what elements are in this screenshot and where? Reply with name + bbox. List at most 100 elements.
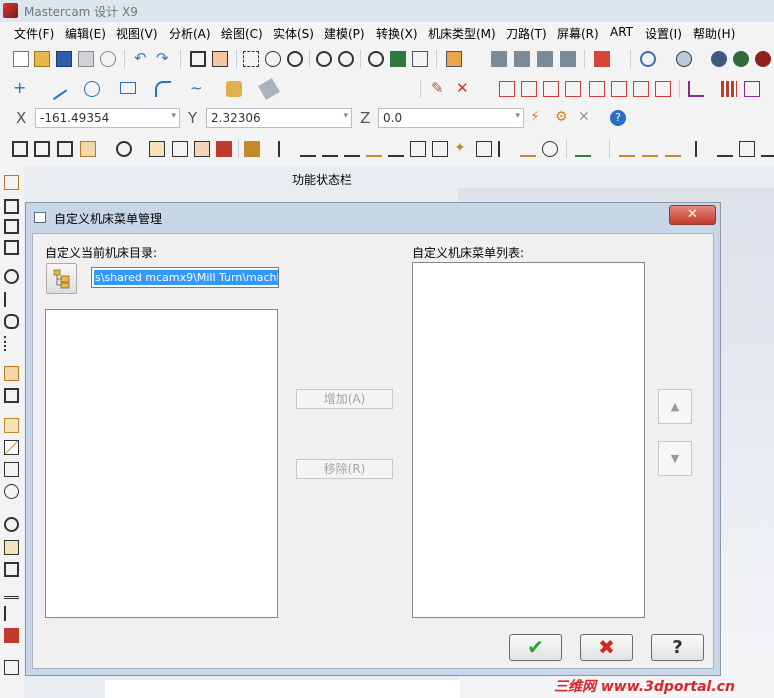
pan-icon[interactable] [412, 51, 428, 67]
left-ribbon-icon[interactable] [4, 584, 19, 599]
close-arc-icon[interactable] [589, 81, 605, 97]
y-coord-dropdown-icon[interactable]: ▾ [343, 111, 348, 121]
menu-transform[interactable]: 转换(X) [376, 25, 418, 42]
modify-length-icon[interactable] [543, 81, 559, 97]
cplane-icon[interactable] [594, 51, 610, 67]
undo-icon[interactable]: ↶ [134, 51, 150, 67]
move-up-button[interactable]: ▲ [658, 389, 692, 424]
waterline-icon[interactable] [520, 141, 536, 157]
top-view-icon[interactable] [491, 51, 507, 67]
rectangle-icon[interactable] [120, 82, 136, 94]
drill-toolpath-icon[interactable] [80, 141, 96, 157]
fast-point-icon[interactable]: ⚡ [530, 110, 546, 126]
left-spiral-icon[interactable] [4, 517, 19, 532]
morph-icon[interactable] [695, 141, 711, 157]
menu-art[interactable]: ART [610, 25, 633, 39]
unzoom-icon[interactable] [338, 51, 354, 67]
area-mill-icon[interactable] [300, 141, 316, 157]
spiral-icon[interactable] [542, 141, 558, 157]
primitive-cylinder-icon[interactable] [226, 81, 242, 97]
radial-icon[interactable] [665, 141, 681, 157]
join-icon[interactable] [521, 81, 537, 97]
x-coord-field[interactable]: -161.49354 ▾ [35, 108, 180, 128]
fit-screen-icon[interactable] [190, 51, 206, 67]
engrave-icon[interactable] [172, 141, 188, 157]
facing-toolpath-icon[interactable] [57, 141, 73, 157]
iso-view-icon[interactable] [560, 51, 576, 67]
parallel-icon[interactable] [642, 141, 658, 157]
open-folder-icon[interactable] [34, 51, 50, 67]
left-wall-icon[interactable] [4, 606, 19, 621]
help-button[interactable]: ? [651, 634, 704, 661]
menu-view[interactable]: 视图(V) [116, 25, 158, 42]
left-square-icon[interactable] [4, 562, 19, 577]
extend-icon[interactable] [611, 81, 627, 97]
break-icon[interactable] [499, 81, 515, 97]
scallop-icon[interactable] [498, 141, 514, 157]
menu-toolpaths[interactable]: 刀路(T) [506, 25, 547, 42]
front-view-icon[interactable] [514, 51, 530, 67]
menu-screen[interactable]: 屏幕(R) [557, 25, 599, 42]
menu-settings[interactable]: 设置(I) [645, 25, 682, 42]
left-add-point-icon[interactable] [4, 418, 19, 433]
new-file-icon[interactable] [13, 51, 29, 67]
save-icon[interactable] [56, 51, 72, 67]
left-facing-icon[interactable] [4, 240, 19, 255]
circle-mill-icon[interactable] [116, 141, 132, 157]
move-down-button[interactable]: ▼ [658, 441, 692, 476]
xform-project-icon[interactable] [688, 81, 704, 97]
menu-model[interactable]: 建模(P) [324, 25, 365, 42]
stock-model-icon[interactable] [216, 141, 232, 157]
help-circle-icon[interactable]: ? [610, 110, 626, 126]
machine-group-icon[interactable] [244, 141, 260, 157]
x-coord-dropdown-icon[interactable]: ▾ [171, 111, 176, 121]
menu-help[interactable]: 帮助(H) [693, 25, 735, 42]
machine-menu-listbox[interactable] [412, 262, 645, 618]
blend-mill-icon[interactable] [366, 141, 382, 157]
magnify-icon[interactable] [287, 51, 303, 67]
cancel-button[interactable]: ✖ [580, 634, 633, 661]
left-circle-mill-icon[interactable] [4, 269, 19, 284]
line-icon[interactable] [44, 77, 68, 101]
z-coord-dropdown-icon[interactable]: ▾ [515, 111, 520, 121]
menu-draw[interactable]: 绘图(C) [221, 25, 263, 42]
rest-mill-icon[interactable] [388, 141, 404, 157]
fillet-icon[interactable] [155, 81, 171, 97]
add-button[interactable]: 增加(A) [296, 389, 393, 409]
menu-edit[interactable]: 编辑(E) [65, 25, 106, 42]
rectangular-array-icon[interactable] [721, 81, 737, 97]
y-coord-field[interactable]: 2.32306 ▾ [206, 108, 352, 128]
left-thread-icon[interactable] [4, 292, 19, 307]
slot-mill-icon[interactable] [149, 141, 165, 157]
print-preview-icon[interactable] [100, 51, 116, 67]
dynamic-rotate-icon[interactable] [390, 51, 406, 67]
redo-icon[interactable]: ↷ [156, 51, 172, 67]
machine-dir-path-input[interactable]: s\shared mcamx9\Mill Turn\machines\ [91, 267, 279, 288]
left-feature-icon[interactable] [4, 484, 19, 499]
menu-machine-type[interactable]: 机床类型(M) [428, 25, 496, 42]
pencil-icon[interactable] [476, 141, 492, 157]
left-stock-icon[interactable] [4, 628, 19, 643]
peel-mill-icon[interactable] [344, 141, 360, 157]
left-drill-icon[interactable] [4, 175, 19, 190]
multiaxis-icon[interactable] [761, 141, 774, 157]
rotate-icon[interactable] [368, 51, 384, 67]
dialog-close-button[interactable]: ✕ [669, 205, 716, 225]
circle-icon[interactable] [84, 81, 100, 97]
horizontal-area-icon[interactable] [432, 141, 448, 157]
zoom-target-icon[interactable] [265, 51, 281, 67]
shaded-sphere-icon[interactable] [711, 51, 727, 67]
browse-folder-button[interactable] [46, 263, 77, 294]
right-view-icon[interactable] [537, 51, 553, 67]
repaint-icon[interactable] [212, 51, 228, 67]
left-corner-icon[interactable] [4, 540, 19, 555]
left-engrave-icon[interactable] [4, 462, 19, 477]
unzoom-previous-icon[interactable] [316, 51, 332, 67]
delete-entity-icon[interactable]: ✕ [456, 81, 472, 97]
shaded-edge-sphere-icon[interactable] [733, 51, 749, 67]
along-curve-icon[interactable] [717, 141, 733, 157]
left-frame-icon[interactable] [4, 388, 19, 403]
swarf-icon[interactable] [739, 141, 755, 157]
drag-icon[interactable] [565, 81, 581, 97]
dynamic-contour-icon[interactable] [278, 141, 294, 157]
